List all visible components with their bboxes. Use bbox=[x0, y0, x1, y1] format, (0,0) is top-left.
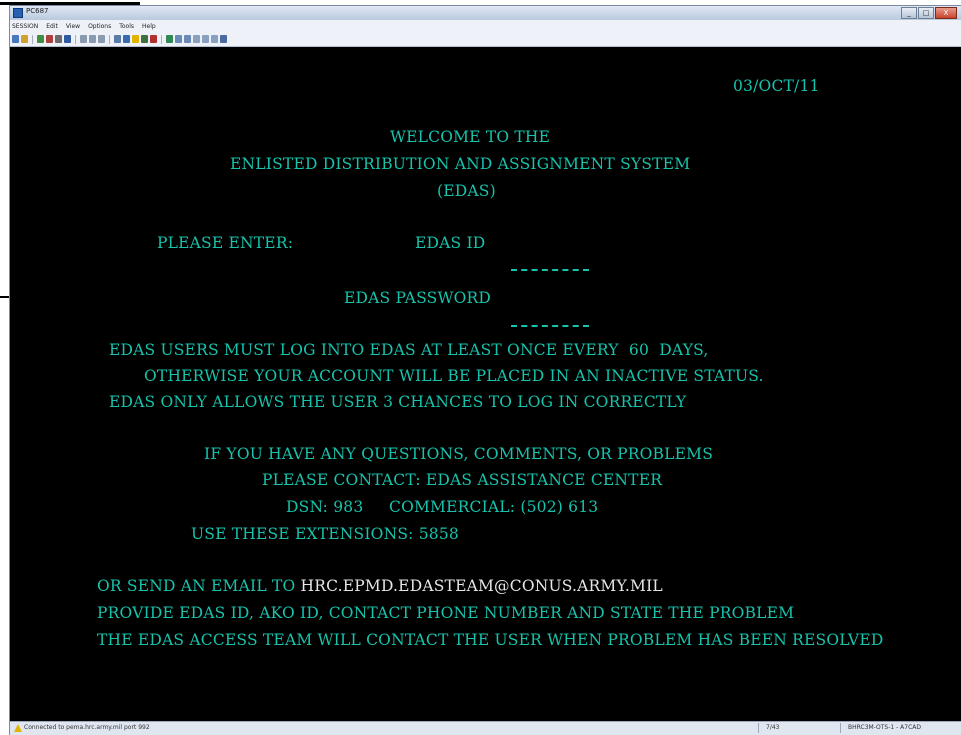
transfer-icon[interactable] bbox=[184, 35, 191, 43]
session-id: BHRC3M-OTS-1 - A7CAD bbox=[848, 724, 922, 731]
paste-icon[interactable] bbox=[98, 35, 105, 43]
menu-bar: SESSION Edit View Options Tools Help bbox=[10, 20, 961, 32]
help-icon[interactable] bbox=[220, 35, 227, 43]
frame-line-top bbox=[0, 2, 140, 5]
cut-icon[interactable] bbox=[80, 35, 87, 43]
new-session-icon[interactable] bbox=[12, 35, 19, 43]
title-bar: PC687 _ □ X bbox=[10, 6, 961, 20]
open-session-icon[interactable] bbox=[21, 35, 28, 43]
terminal-window: PC687 _ □ X SESSION Edit View Options To… bbox=[10, 6, 961, 735]
status-divider bbox=[840, 723, 841, 733]
terminal-screen[interactable]: 03/OCT/11 WELCOME TO THE ENLISTED DISTRI… bbox=[10, 47, 961, 721]
system-acronym: (EDAS) bbox=[437, 182, 496, 200]
toolbar-divider bbox=[75, 34, 76, 44]
system-name: ENLISTED DISTRIBUTION AND ASSIGNMENT SYS… bbox=[230, 155, 691, 173]
email-line: OR SEND AN EMAIL TO HRC.EPMD.EDASTEAM@CO… bbox=[97, 577, 663, 595]
minimize-button[interactable]: _ bbox=[901, 7, 917, 19]
email-address: HRC.EPMD.EDASTEAM@CONUS.ARMY.MIL bbox=[300, 577, 663, 595]
menu-view[interactable]: View bbox=[66, 23, 80, 30]
save-icon[interactable] bbox=[64, 35, 71, 43]
provide-info-line: PROVIDE EDAS ID, AKO ID, CONTACT PHONE N… bbox=[97, 604, 795, 622]
macro-icon[interactable] bbox=[114, 35, 121, 43]
connect-icon[interactable] bbox=[37, 35, 44, 43]
maximize-button[interactable]: □ bbox=[918, 7, 934, 19]
status-bar: Connected to pema.hrc.army.mil port 992 … bbox=[10, 721, 961, 735]
edas-password-label: EDAS PASSWORD bbox=[344, 289, 491, 307]
print-icon[interactable] bbox=[55, 35, 62, 43]
toolbar bbox=[10, 32, 961, 47]
send-icon[interactable] bbox=[166, 35, 173, 43]
receive-icon[interactable] bbox=[175, 35, 182, 43]
toolbar-divider bbox=[161, 34, 162, 44]
connection-status: Connected to pema.hrc.army.mil port 992 bbox=[24, 724, 150, 731]
extensions-line: USE THESE EXTENSIONS: 5858 bbox=[191, 525, 459, 543]
window-title: PC687 bbox=[26, 7, 49, 15]
contact-numbers: DSN: 983 COMMERCIAL: (502) 613 bbox=[286, 498, 599, 516]
edas-password-input[interactable] bbox=[511, 325, 589, 327]
toolbar-divider bbox=[32, 34, 33, 44]
login-notice-line2: OTHERWISE YOUR ACCOUNT WILL BE PLACED IN… bbox=[144, 367, 764, 385]
play-icon[interactable] bbox=[193, 35, 200, 43]
settings-icon[interactable] bbox=[141, 35, 148, 43]
menu-tools[interactable]: Tools bbox=[119, 23, 134, 30]
menu-session[interactable]: SESSION bbox=[12, 23, 38, 30]
close-button[interactable]: X bbox=[935, 7, 957, 19]
copy-icon[interactable] bbox=[89, 35, 96, 43]
login-notice-line1: EDAS USERS MUST LOG INTO EDAS AT LEAST O… bbox=[109, 341, 709, 359]
edas-id-input[interactable] bbox=[511, 269, 589, 271]
menu-options[interactable]: Options bbox=[88, 23, 111, 30]
cursor-position: 7/43 bbox=[766, 724, 780, 731]
access-team-line: THE EDAS ACCESS TEAM WILL CONTACT THE US… bbox=[97, 631, 884, 649]
warning-icon[interactable] bbox=[132, 35, 139, 43]
keyboard-icon[interactable] bbox=[123, 35, 130, 43]
email-prefix: OR SEND AN EMAIL TO bbox=[97, 577, 301, 595]
toolbar-divider bbox=[109, 34, 110, 44]
step-icon[interactable] bbox=[202, 35, 209, 43]
connection-status-icon bbox=[14, 724, 22, 732]
edas-id-label: EDAS ID bbox=[415, 234, 486, 252]
status-divider bbox=[758, 723, 759, 733]
welcome-heading: WELCOME TO THE bbox=[390, 128, 551, 146]
please-enter-label: PLEASE ENTER: bbox=[157, 234, 294, 252]
record-icon[interactable] bbox=[150, 35, 157, 43]
help-line2: PLEASE CONTACT: EDAS ASSISTANCE CENTER bbox=[262, 471, 663, 489]
disconnect-icon[interactable] bbox=[46, 35, 53, 43]
menu-edit[interactable]: Edit bbox=[46, 23, 58, 30]
stop-icon[interactable] bbox=[211, 35, 218, 43]
help-line1: IF YOU HAVE ANY QUESTIONS, COMMENTS, OR … bbox=[204, 445, 714, 463]
app-icon bbox=[13, 8, 23, 18]
system-date: 03/OCT/11 bbox=[733, 77, 820, 95]
login-notice-line3: EDAS ONLY ALLOWS THE USER 3 CHANCES TO L… bbox=[109, 393, 687, 411]
menu-help[interactable]: Help bbox=[142, 23, 156, 30]
